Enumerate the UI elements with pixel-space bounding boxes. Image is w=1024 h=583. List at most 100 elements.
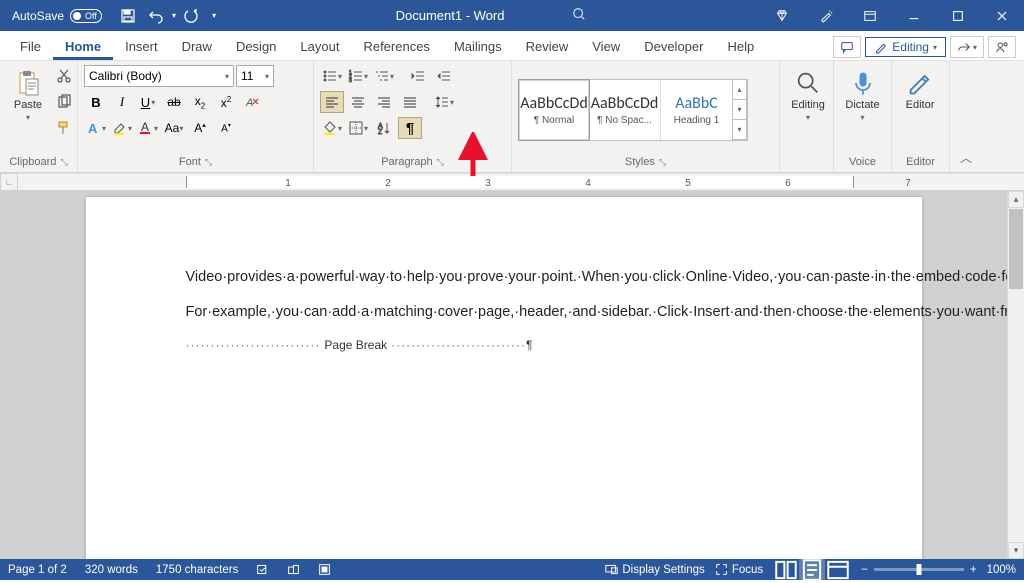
text-effects-button[interactable]: A▾: [84, 117, 108, 139]
tab-file[interactable]: File: [8, 33, 53, 60]
editor-button[interactable]: Editor: [898, 65, 942, 115]
paragraph-1[interactable]: Video·provides·a·powerful·way·to·help·yo…: [186, 267, 822, 288]
scroll-up-icon[interactable]: ▴: [1008, 191, 1024, 208]
sort-button[interactable]: AZ: [372, 117, 396, 139]
scroll-down-icon[interactable]: ▾: [1008, 542, 1024, 559]
tab-layout[interactable]: Layout: [288, 33, 351, 60]
show-hide-paragraph-button[interactable]: ¶: [398, 117, 422, 139]
qat-customize-icon[interactable]: ▾: [212, 11, 216, 20]
maximize-icon[interactable]: [936, 0, 980, 31]
shading-button[interactable]: ▾: [320, 117, 344, 139]
editing-mode-button[interactable]: Editing▾: [865, 37, 946, 57]
format-painter-icon[interactable]: [52, 117, 76, 139]
borders-button[interactable]: ▾: [346, 117, 370, 139]
clipboard-launcher-icon[interactable]: ⤡: [60, 157, 67, 168]
paragraph-launcher-icon[interactable]: ⤡: [437, 157, 444, 168]
tab-developer[interactable]: Developer: [632, 33, 715, 60]
document-page[interactable]: Video·provides·a·powerful·way·to·help·yo…: [86, 197, 922, 559]
autosave-toggle[interactable]: AutoSave Off: [0, 9, 110, 23]
styles-gallery[interactable]: AaBbCcDd¶ Normal AaBbCcDd¶ No Spac... Aa…: [518, 79, 748, 141]
status-words[interactable]: 320 words: [85, 564, 138, 576]
line-spacing-button[interactable]: ▾: [432, 91, 456, 113]
print-layout-icon[interactable]: [799, 559, 825, 580]
close-icon[interactable]: [980, 0, 1024, 31]
horizontal-ruler[interactable]: 1 2 3 4 5 6 7: [18, 173, 1024, 191]
vertical-scrollbar[interactable]: ▴ ▾: [1007, 191, 1024, 559]
pen-sparkle-icon[interactable]: [804, 0, 848, 31]
multilevel-list-button[interactable]: ▾: [372, 65, 396, 87]
style-normal[interactable]: AaBbCcDd¶ Normal: [518, 79, 590, 141]
style-heading1[interactable]: AaBbCHeading 1: [661, 80, 733, 140]
highlight-button[interactable]: ▾: [110, 117, 134, 139]
font-launcher-icon[interactable]: ⤡: [205, 157, 212, 168]
status-chars[interactable]: 1750 characters: [156, 564, 238, 576]
italic-button[interactable]: I: [110, 91, 134, 113]
align-right-button[interactable]: [372, 91, 396, 113]
strikethrough-button[interactable]: ab: [162, 91, 186, 113]
status-macro-icon[interactable]: [318, 563, 331, 576]
clear-formatting-button[interactable]: A: [240, 91, 264, 113]
align-left-button[interactable]: [320, 91, 344, 113]
numbering-button[interactable]: 123▾: [346, 65, 370, 87]
grow-font-button[interactable]: A▴: [188, 117, 212, 139]
undo-icon[interactable]: [144, 5, 168, 27]
redo-icon[interactable]: [180, 5, 204, 27]
subscript-button[interactable]: x2: [188, 91, 212, 113]
share-button[interactable]: ▾: [950, 36, 984, 58]
status-accessibility-icon[interactable]: [287, 563, 300, 576]
editing-dropdown[interactable]: Editing▾: [786, 65, 830, 126]
diamond-icon[interactable]: [760, 0, 804, 31]
autosave-pill[interactable]: Off: [70, 9, 102, 23]
increase-indent-button[interactable]: [432, 65, 456, 87]
font-color-button[interactable]: A▾: [136, 117, 160, 139]
display-settings-button[interactable]: Display Settings: [605, 563, 704, 576]
tab-home[interactable]: Home: [53, 33, 113, 60]
cut-icon[interactable]: [52, 65, 76, 87]
comments-button[interactable]: [833, 36, 861, 58]
undo-dropdown[interactable]: ▾: [172, 11, 176, 20]
collab-button[interactable]: [988, 36, 1016, 58]
paragraph-2[interactable]: For·example,·you·can·add·a·matching·cove…: [186, 302, 822, 323]
shrink-font-button[interactable]: A▾: [214, 117, 238, 139]
save-icon[interactable]: [116, 5, 140, 27]
font-name-combo[interactable]: Calibri (Body)▾: [84, 65, 234, 87]
tab-insert[interactable]: Insert: [113, 33, 170, 60]
tab-mailings[interactable]: Mailings: [442, 33, 514, 60]
change-case-button[interactable]: Aa▾: [162, 117, 186, 139]
dictate-button[interactable]: Dictate▾: [840, 65, 885, 126]
decrease-indent-button[interactable]: [406, 65, 430, 87]
ruler-corner[interactable]: ∟: [0, 173, 18, 191]
zoom-out-icon[interactable]: −: [861, 564, 868, 576]
minimize-icon[interactable]: [892, 0, 936, 31]
ribbon-display-icon[interactable]: [848, 0, 892, 31]
web-layout-icon[interactable]: [825, 559, 851, 580]
zoom-slider[interactable]: − +: [861, 564, 976, 576]
zoom-in-icon[interactable]: +: [970, 564, 977, 576]
focus-button[interactable]: Focus: [715, 563, 763, 576]
style-no-spacing[interactable]: AaBbCcDd¶ No Spac...: [589, 80, 661, 140]
search-icon[interactable]: [572, 7, 586, 24]
tab-draw[interactable]: Draw: [170, 33, 224, 60]
status-page[interactable]: Page 1 of 2: [8, 564, 67, 576]
copy-icon[interactable]: [52, 91, 76, 113]
bullets-button[interactable]: ▾: [320, 65, 344, 87]
bold-button[interactable]: B: [84, 91, 108, 113]
tab-view[interactable]: View: [580, 33, 632, 60]
styles-launcher-icon[interactable]: ⤡: [659, 157, 666, 168]
page-break-indicator[interactable]: ··························· Page Break ·…: [186, 337, 822, 354]
tab-references[interactable]: References: [351, 33, 441, 60]
read-mode-icon[interactable]: [773, 559, 799, 580]
superscript-button[interactable]: x2: [214, 91, 238, 113]
font-size-combo[interactable]: 11▾: [236, 65, 274, 87]
justify-button[interactable]: [398, 91, 422, 113]
tab-design[interactable]: Design: [224, 33, 288, 60]
paste-button[interactable]: Paste▾: [6, 65, 50, 126]
tab-help[interactable]: Help: [715, 33, 766, 60]
underline-button[interactable]: U▾: [136, 91, 160, 113]
scroll-thumb[interactable]: [1009, 209, 1023, 289]
status-spellcheck-icon[interactable]: [256, 563, 269, 576]
styles-scroll[interactable]: ▴▾▾: [733, 80, 747, 140]
align-center-button[interactable]: [346, 91, 370, 113]
zoom-level[interactable]: 100%: [987, 564, 1016, 576]
tab-review[interactable]: Review: [514, 33, 581, 60]
